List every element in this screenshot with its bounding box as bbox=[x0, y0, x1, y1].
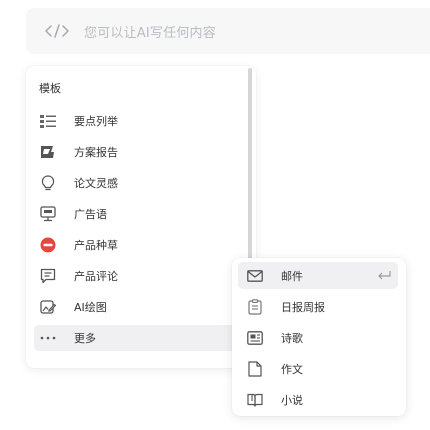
submenu-item-poem[interactable]: 诗歌 bbox=[238, 324, 398, 351]
submenu-item-label: 作文 bbox=[281, 362, 303, 376]
input-placeholder: 您可以让AI写任何内容 bbox=[84, 25, 216, 41]
template-item-label: 产品评论 bbox=[74, 270, 118, 283]
template-item-report[interactable]: 方案报告 bbox=[34, 139, 244, 165]
template-item-label: AI绘图 bbox=[74, 301, 107, 314]
template-item-bullet-points[interactable]: 要点列举 bbox=[34, 108, 244, 134]
submenu-item-email[interactable]: 邮件 bbox=[238, 262, 398, 289]
template-item-label: 要点列举 bbox=[74, 115, 118, 128]
template-item-paper-inspiration[interactable]: 论文灵感 bbox=[34, 170, 244, 196]
submenu-item-label: 小说 bbox=[281, 393, 303, 407]
template-item-label: 产品种草 bbox=[74, 239, 118, 252]
template-menu-title: 模板 bbox=[39, 82, 61, 95]
ai-prompt-input[interactable]: 您可以让AI写任何内容 bbox=[26, 8, 430, 54]
submenu-item-label: 诗歌 bbox=[281, 331, 303, 345]
mail-icon bbox=[247, 268, 263, 284]
template-item-ai-drawing[interactable]: AI绘图 bbox=[34, 294, 244, 320]
template-item-label: 方案报告 bbox=[74, 146, 118, 159]
submenu-item-daily-weekly-report[interactable]: 日报周报 bbox=[238, 293, 398, 320]
report-icon bbox=[40, 144, 56, 160]
lightbulb-icon bbox=[40, 175, 56, 191]
clipboard-icon bbox=[247, 298, 263, 315]
enter-key-icon bbox=[376, 268, 392, 282]
more-icon bbox=[40, 330, 56, 346]
template-item-label: 广告语 bbox=[74, 208, 107, 221]
template-item-slogan[interactable]: 广告语 bbox=[34, 201, 244, 227]
document-icon bbox=[247, 360, 263, 377]
submenu-item-label: 邮件 bbox=[281, 269, 303, 283]
comment-icon bbox=[40, 268, 56, 284]
template-item-more[interactable]: 更多 bbox=[34, 325, 244, 351]
template-item-label: 更多 bbox=[74, 332, 96, 345]
more-submenu: 邮件 日报周报 诗歌 作文 小说 bbox=[232, 258, 406, 416]
template-item-product-review[interactable]: 产品评论 bbox=[34, 263, 244, 289]
template-item-product-recommend[interactable]: 产品种草 bbox=[34, 232, 244, 258]
billboard-icon bbox=[40, 206, 56, 222]
ai-drawing-icon bbox=[40, 299, 56, 315]
submenu-item-label: 日报周报 bbox=[281, 300, 325, 314]
submenu-item-novel[interactable]: 小说 bbox=[238, 386, 398, 413]
book-icon bbox=[247, 392, 263, 408]
template-menu: 模板 要点列举 方案报告 论文灵感 广告语 产品种草 产品评论 AI绘图 更多 bbox=[26, 66, 256, 368]
product-recommend-icon bbox=[40, 237, 56, 253]
poem-icon bbox=[247, 330, 263, 346]
code-icon bbox=[44, 22, 70, 40]
submenu-item-essay[interactable]: 作文 bbox=[238, 355, 398, 382]
template-item-label: 论文灵感 bbox=[74, 177, 118, 190]
bullet-list-icon bbox=[40, 113, 56, 129]
